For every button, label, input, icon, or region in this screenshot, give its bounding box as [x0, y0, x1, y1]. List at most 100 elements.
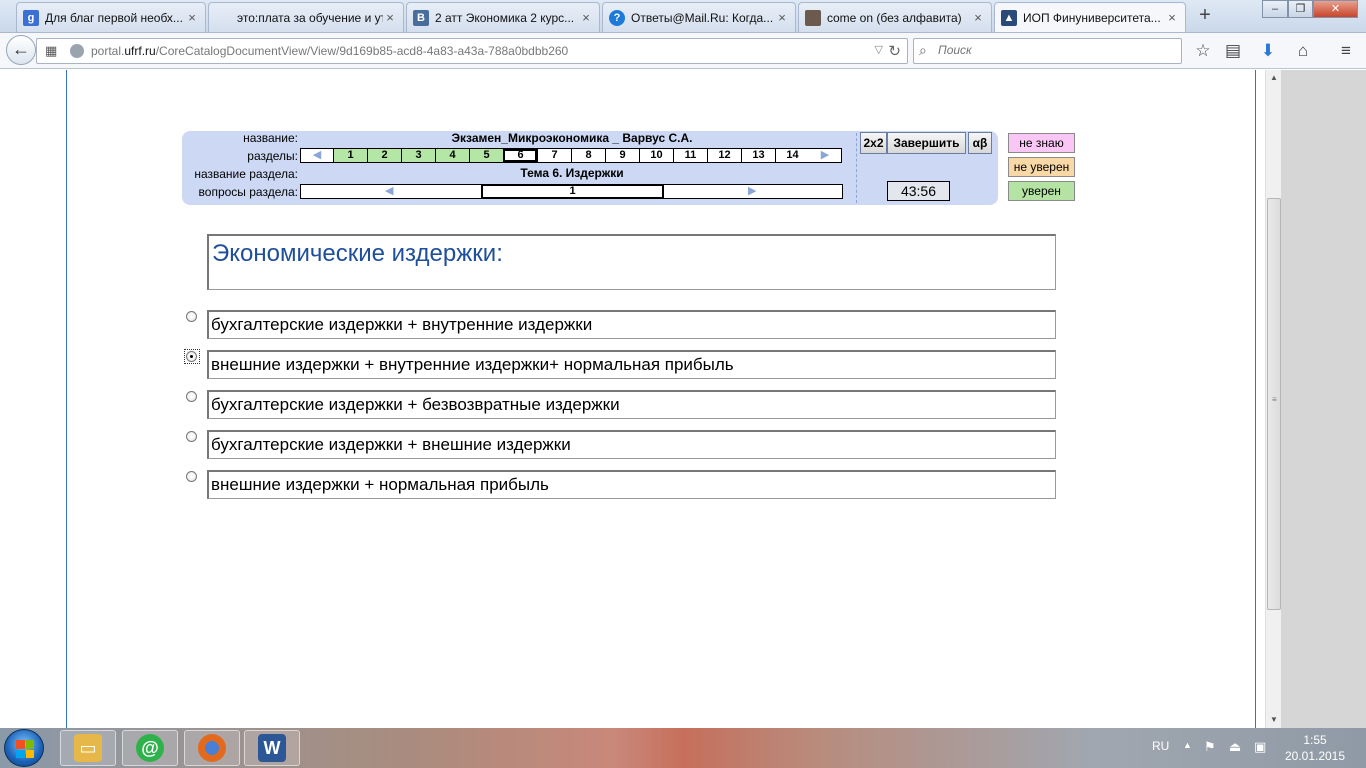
answer-text: внешние издержки + внутренние издержки+ …	[211, 355, 734, 374]
answer-box[interactable]: бухгалтерские издержки + внутренние изде…	[207, 310, 1056, 339]
not-sure-button[interactable]: не уверен	[1008, 157, 1075, 177]
tab-title: это:плата за обучение и ут...	[237, 10, 383, 25]
start-button[interactable]	[4, 729, 44, 767]
navigation-toolbar: ▦ portal.ufrf.ru/CoreCatalogDocumentView…	[0, 33, 1366, 69]
answer-option-1[interactable]: бухгалтерские издержки + внутренние изде…	[186, 310, 1056, 340]
sections-next-arrow-icon[interactable]: ▶	[809, 149, 841, 162]
search-icon: ⌕	[919, 42, 927, 58]
maximize-button[interactable]: ❐	[1288, 0, 1313, 18]
scrollbar-grip-icon: ≡	[1272, 395, 1277, 404]
bookmarks-list-icon[interactable]: ▤	[1222, 40, 1244, 62]
tab-close-icon[interactable]: ×	[383, 10, 397, 25]
answer-box[interactable]: бухгалтерские издержки + внешние издержк…	[207, 430, 1056, 459]
answer-option-2[interactable]: внешние издержки + внутренние издержки+ …	[184, 349, 1056, 380]
exam-title: Экзамен_Микроэкономика _ Варвус С.А.	[451, 131, 693, 145]
layout-2x2-button[interactable]: 2x2	[860, 132, 887, 154]
sections-prev-arrow-icon[interactable]: ◀	[301, 149, 333, 162]
tab-title: Для благ первой необх...	[45, 10, 183, 25]
section-cell-6[interactable]: 6	[503, 149, 537, 162]
section-cell-2[interactable]: 2	[367, 149, 401, 162]
url-dropdown-icon[interactable]: ▽	[875, 43, 883, 56]
answer-box[interactable]: внешние издержки + нормальная прибыль	[207, 470, 1056, 499]
show-hidden-icons-icon[interactable]: ▲	[1183, 740, 1192, 768]
tab-title: ИОП Финуниверситета...	[1023, 10, 1161, 25]
system-clock[interactable]: 1:55 20.01.2015	[1280, 732, 1350, 764]
section-cell-8[interactable]: 8	[571, 149, 605, 162]
questions-next-arrow-icon[interactable]: ▶	[748, 185, 756, 198]
answer-box[interactable]: бухгалтерские издержки + безвозвратные и…	[207, 390, 1056, 419]
browser-tab-3[interactable]: В 2 атт Экономика 2 курс... ×	[406, 2, 600, 32]
tab-close-icon[interactable]: ×	[579, 10, 593, 25]
search-box[interactable]: ⌕	[913, 38, 1182, 64]
taskbar-mail-agent[interactable]: @	[122, 730, 178, 766]
answer-radio[interactable]	[186, 311, 197, 322]
scrollbar-thumb[interactable]: ≡	[1267, 198, 1281, 610]
windows-taskbar: ▭ @ W RU ▲ ⚑ ⏏ ▣ 1:55 20.01.2015	[0, 728, 1366, 768]
url-text: portal.ufrf.ru/CoreCatalogDocumentView/V…	[91, 44, 569, 58]
minimize-button[interactable]: –	[1262, 0, 1288, 18]
answer-radio-selected[interactable]	[186, 351, 197, 362]
page-viewport: название: разделы: название раздела: воп…	[0, 70, 1266, 728]
reload-icon[interactable]: ↻	[888, 42, 901, 60]
answer-box[interactable]: внешние издержки + внутренние издержки+ …	[207, 350, 1056, 379]
answer-radio[interactable]	[186, 471, 197, 482]
taskbar-explorer[interactable]: ▭	[60, 730, 116, 766]
downloads-icon[interactable]: ⬇	[1257, 40, 1279, 62]
answer-radio[interactable]	[186, 391, 197, 402]
back-button[interactable]: ←	[6, 35, 36, 65]
question-1-cell[interactable]: 1	[481, 184, 664, 199]
bookmark-star-icon[interactable]: ☆	[1192, 40, 1214, 62]
answer-option-4[interactable]: бухгалтерские издержки + внешние издержк…	[186, 430, 1056, 460]
vk-favicon-icon: В	[413, 9, 429, 26]
sure-button[interactable]: уверен	[1008, 181, 1075, 201]
taskbar-firefox[interactable]	[184, 730, 240, 766]
section-cell-7[interactable]: 7	[537, 149, 571, 162]
word-icon: W	[258, 734, 286, 762]
section-cell-10[interactable]: 10	[639, 149, 673, 162]
scroll-down-arrow-icon[interactable]: ▼	[1266, 712, 1282, 728]
page-info-icon[interactable]: ▦	[45, 43, 61, 59]
answer-text: бухгалтерские издержки + внутренние изде…	[211, 315, 593, 334]
section-questions-navigator: ◀ 1 ▶	[300, 184, 843, 199]
browser-tab-6-active[interactable]: ▲ ИОП Финуниверситета... ×	[994, 2, 1186, 32]
section-cell-12[interactable]: 12	[707, 149, 741, 162]
close-window-button[interactable]: ✕	[1313, 0, 1358, 18]
home-icon[interactable]: ⌂	[1292, 40, 1314, 62]
vertical-scrollbar[interactable]: ▲ ≡ ▼	[1265, 70, 1281, 728]
finish-button[interactable]: Завершить	[887, 132, 966, 154]
section-cell-14[interactable]: 14	[775, 149, 809, 162]
section-cell-4[interactable]: 4	[435, 149, 469, 162]
greek-keyboard-button[interactable]: αβ	[968, 132, 992, 154]
network-flag-icon[interactable]: ⚑	[1204, 739, 1216, 768]
menu-icon[interactable]: ≡	[1335, 40, 1357, 62]
section-cell-13[interactable]: 13	[741, 149, 775, 162]
new-tab-button[interactable]: +	[1195, 5, 1215, 27]
safely-remove-icon[interactable]: ⏏	[1229, 739, 1241, 768]
language-indicator[interactable]: RU	[1152, 739, 1169, 768]
section-cell-5[interactable]: 5	[469, 149, 503, 162]
browser-tab-2[interactable]: это:плата за обучение и ут... ×	[208, 2, 404, 32]
tab-close-icon[interactable]: ×	[1165, 10, 1179, 25]
browser-tab-4[interactable]: ? Ответы@Mail.Ru: Когда... ×	[602, 2, 796, 32]
search-input[interactable]	[938, 43, 1168, 57]
browser-tab-5[interactable]: come on (без алфавита) ×	[798, 2, 992, 32]
section-cell-1[interactable]: 1	[333, 149, 367, 162]
tab-close-icon[interactable]: ×	[971, 10, 985, 25]
network-icon[interactable]: ▣	[1254, 739, 1266, 768]
question-text: Экономические издержки:	[212, 240, 503, 267]
clock-date: 20.01.2015	[1284, 749, 1346, 763]
answer-option-3[interactable]: бухгалтерские издержки + безвозвратные и…	[186, 390, 1056, 420]
address-bar[interactable]: ▦ portal.ufrf.ru/CoreCatalogDocumentView…	[36, 38, 908, 64]
section-cell-11[interactable]: 11	[673, 149, 707, 162]
section-cell-9[interactable]: 9	[605, 149, 639, 162]
browser-tab-1[interactable]: g Для благ первой необх... ×	[16, 2, 206, 32]
tab-close-icon[interactable]: ×	[185, 10, 199, 25]
tab-close-icon[interactable]: ×	[775, 10, 789, 25]
questions-prev-arrow-icon[interactable]: ◀	[385, 185, 393, 198]
answer-radio[interactable]	[186, 431, 197, 442]
taskbar-word[interactable]: W	[244, 730, 300, 766]
dont-know-button[interactable]: не знаю	[1008, 133, 1075, 153]
answer-option-5[interactable]: внешние издержки + нормальная прибыль	[186, 470, 1056, 500]
section-cell-3[interactable]: 3	[401, 149, 435, 162]
scroll-up-arrow-icon[interactable]: ▲	[1266, 70, 1282, 86]
